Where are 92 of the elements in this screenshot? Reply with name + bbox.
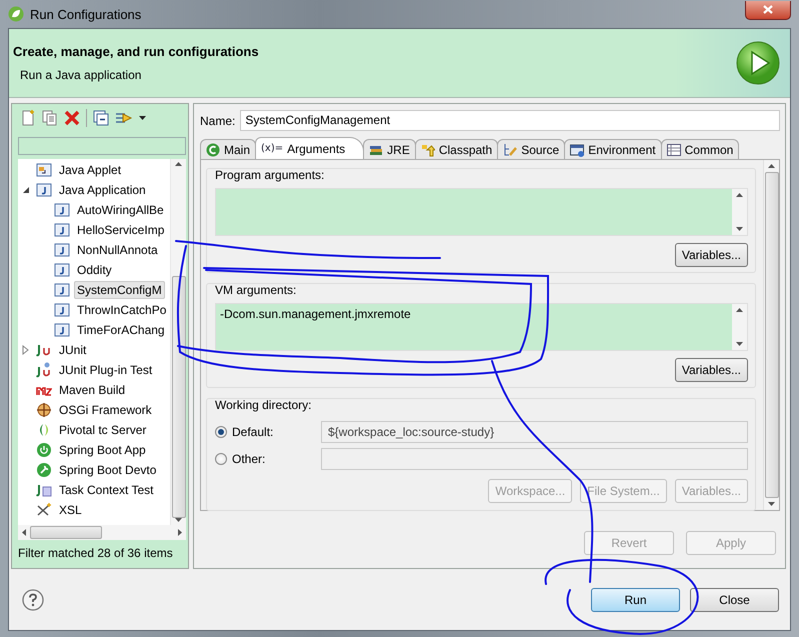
java-file-icon: [54, 302, 70, 318]
scroll-down-icon[interactable]: [768, 502, 775, 506]
java-file-icon: [36, 182, 52, 198]
source-tab-icon: [503, 142, 518, 156]
tree-item[interactable]: SystemConfigM: [74, 281, 165, 299]
scroll-up-icon[interactable]: [768, 164, 775, 168]
tree-item[interactable]: JUnit Plug-in Test: [56, 361, 156, 379]
radio-label: Other:: [232, 452, 266, 466]
run-button[interactable]: Run: [591, 588, 680, 612]
java-file-icon: [54, 242, 70, 258]
tab[interactable]: Common: [660, 139, 740, 159]
wrench-icon: [36, 462, 52, 478]
tree-item[interactable]: Spring Boot App: [56, 441, 149, 459]
window-title: Run Configurations: [30, 6, 142, 22]
copy-icon[interactable]: [42, 110, 58, 126]
tree-item[interactable]: XSL: [56, 501, 85, 519]
scroll-up-icon[interactable]: [736, 308, 743, 312]
scrollbar[interactable]: [18, 525, 186, 540]
new-file-icon[interactable]: [20, 110, 36, 126]
classpath-tab-icon: [420, 142, 435, 156]
tree-item[interactable]: Java Applet: [56, 161, 124, 179]
junit-icon: [36, 342, 52, 358]
radio-button[interactable]: [215, 426, 227, 438]
tree-item[interactable]: HelloServiceImp: [74, 221, 168, 239]
filter-status: Filter matched 28 of 36 items: [18, 545, 174, 560]
scrollbar[interactable]: [763, 160, 779, 510]
collapse-icon[interactable]: [93, 110, 109, 126]
name-field[interactable]: SystemConfigManagement: [240, 110, 780, 131]
common-tab-icon: [666, 142, 681, 156]
crosshair-icon: [36, 402, 52, 418]
group-label: Working directory:: [215, 398, 312, 414]
group-label: VM arguments:: [215, 283, 298, 299]
main-tab-icon: [206, 142, 220, 156]
java-file-icon: [54, 262, 70, 278]
radio-label: Default:: [232, 425, 274, 439]
power-icon: [36, 442, 52, 458]
java-file-icon: [54, 282, 70, 298]
junit-plugin-icon: [36, 362, 52, 378]
collapsed-arrow-icon[interactable]: [22, 345, 30, 355]
tree-item[interactable]: JUnit: [56, 341, 90, 359]
xsl-icon: [36, 502, 52, 518]
java-file-icon: [54, 322, 70, 338]
environment-tab-icon: [570, 142, 584, 156]
tree-item[interactable]: Pivotal tc Server: [56, 421, 150, 439]
scroll-up-icon[interactable]: [175, 162, 182, 166]
tree-item[interactable]: Maven Build: [56, 381, 128, 399]
help-icon[interactable]: [22, 588, 44, 610]
tab[interactable]: Environment: [564, 139, 662, 159]
expanded-arrow-icon[interactable]: [22, 186, 30, 194]
delete-icon[interactable]: [64, 110, 80, 126]
close-icon: [763, 5, 773, 14]
play-icon: [736, 41, 780, 85]
tree-item[interactable]: NonNullAnnota: [74, 241, 161, 259]
java-file-icon: [54, 222, 70, 238]
tab[interactable]: Source: [497, 139, 566, 159]
directory-field[interactable]: [321, 448, 748, 470]
scroll-down-icon[interactable]: [736, 342, 743, 346]
directory-field[interactable]: ${workspace_loc:source-study}: [321, 421, 748, 443]
tab[interactable]: Main: [200, 139, 256, 159]
tree-item[interactable]: Spring Boot Devto: [56, 461, 160, 479]
tree-item[interactable]: ThrowInCatchPo: [74, 301, 170, 319]
tree-item[interactable]: Oddity: [74, 261, 115, 279]
scroll-left-icon[interactable]: [22, 529, 26, 536]
tree-item[interactable]: OSGi Framework: [56, 401, 155, 419]
tab[interactable]: Classpath: [414, 139, 498, 159]
variables-button[interactable]: Variables...: [674, 243, 748, 267]
tree-item[interactable]: AutoWiringAllBe: [74, 201, 167, 219]
group-label: Program arguments:: [215, 168, 326, 184]
scroll-right-icon[interactable]: [178, 529, 182, 536]
radio-button[interactable]: [215, 453, 227, 465]
java-file-icon: [54, 202, 70, 218]
variable-icon: (x)=: [261, 143, 284, 154]
scroll-down-icon[interactable]: [736, 227, 743, 231]
close-button[interactable]: Close: [690, 588, 779, 612]
caret-icon[interactable]: [139, 116, 146, 120]
tab[interactable]: JRE: [363, 139, 416, 159]
close-button[interactable]: [745, 0, 791, 20]
tab[interactable]: (x)= Arguments: [255, 137, 364, 159]
task-icon: [36, 482, 52, 498]
header-subtitle: Run a Java application: [19, 68, 142, 82]
scrollbar[interactable]: [170, 159, 186, 525]
tree-item[interactable]: Java Application: [56, 181, 149, 199]
leaf-icon: [8, 6, 24, 22]
applet-icon: [36, 162, 52, 178]
name-label: Name:: [200, 114, 236, 128]
filter-field[interactable]: [18, 137, 186, 155]
text-area[interactable]: -Dcom.sun.management.jmxremote: [215, 303, 748, 351]
tree-item[interactable]: TimeForAChang: [74, 321, 168, 339]
header-title: Create, manage, and run configurations: [13, 44, 260, 59]
scroll-up-icon[interactable]: [736, 193, 743, 197]
variables-button[interactable]: Variables...: [674, 358, 748, 382]
tree-item[interactable]: Task Context Test: [56, 481, 156, 499]
